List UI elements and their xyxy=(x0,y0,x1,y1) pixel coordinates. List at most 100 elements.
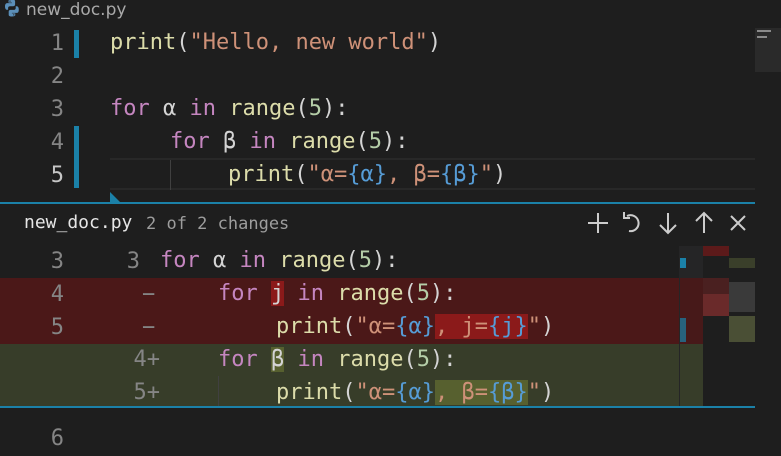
token-paren: ( xyxy=(294,162,308,187)
token-format: {α} xyxy=(347,162,387,187)
python-file-icon xyxy=(5,0,19,17)
line-number: 6 xyxy=(50,426,64,451)
gutter-change-marker[interactable] xyxy=(74,126,79,188)
token-for: for xyxy=(160,248,200,273)
token-paren: ) xyxy=(381,129,396,154)
diff-minimap-added xyxy=(729,258,755,268)
peek-pointer-icon xyxy=(110,192,120,202)
tab-title[interactable]: new_doc.py xyxy=(26,0,126,20)
token-number: 5 xyxy=(368,129,382,154)
token-print: print xyxy=(110,30,177,55)
next-change-button[interactable] xyxy=(654,208,682,238)
revert-button[interactable] xyxy=(619,208,647,238)
token-range: range xyxy=(337,281,404,306)
token-paren: ) xyxy=(429,347,444,372)
diff-original-line-number: 3 xyxy=(50,249,64,274)
token-quote: " xyxy=(355,380,369,405)
token-string-removed: , j= xyxy=(434,314,488,339)
token-for: for xyxy=(110,96,150,121)
diff-deleted-line[interactable]: print("α={α}, j={j}") xyxy=(276,314,554,339)
token-colon: : xyxy=(443,347,457,372)
token-paren: ( xyxy=(345,248,359,273)
diff-minimap-deleted xyxy=(703,246,729,256)
revert-icon xyxy=(623,212,640,233)
token-var-added: β xyxy=(271,347,285,372)
token-paren: ( xyxy=(342,314,356,339)
token-range: range xyxy=(289,129,356,154)
token-for: for xyxy=(170,129,210,154)
token-in: in xyxy=(249,129,277,154)
previous-change-button[interactable] xyxy=(690,208,718,238)
diff-minimap-deleted xyxy=(703,294,729,316)
token-format: {α} xyxy=(395,380,435,405)
token-number: 5 xyxy=(358,248,372,273)
token-format-removed: {j} xyxy=(487,314,528,339)
diff-deleted-line[interactable]: for j in range(5): xyxy=(218,281,456,306)
minimap-code-line xyxy=(757,36,767,38)
token-string: α= xyxy=(368,314,396,339)
indent-guide xyxy=(218,376,219,406)
token-var: α xyxy=(213,248,227,273)
token-in: in xyxy=(297,281,325,306)
line-number: 1 xyxy=(50,31,64,56)
code-line-1[interactable]: print("Hello, new world") xyxy=(110,30,441,55)
gutter-change-marker[interactable] xyxy=(74,30,79,58)
token-paren: ) xyxy=(540,314,555,339)
token-paren: ( xyxy=(176,30,190,55)
token-string: α= xyxy=(368,380,396,405)
token-in: in xyxy=(297,347,325,372)
token-in: in xyxy=(239,248,267,273)
token-paren: ( xyxy=(355,129,369,154)
token-var: α xyxy=(163,96,177,121)
diff-added-line[interactable]: for β in range(5): xyxy=(218,347,456,372)
token-quote: " xyxy=(479,162,493,187)
code-line-5[interactable]: print("α={α}, β={β}") xyxy=(228,162,506,187)
previous-change-icon xyxy=(695,211,713,233)
token-quote: " xyxy=(307,162,321,187)
line-number: 5 xyxy=(50,163,64,188)
token-print: print xyxy=(276,380,343,405)
token-for: for xyxy=(218,281,258,306)
token-print: print xyxy=(228,162,295,187)
token-var-removed: j xyxy=(271,281,285,306)
code-line-3[interactable]: for α in range(5): xyxy=(110,96,348,121)
close-peek-button[interactable] xyxy=(724,208,752,238)
token-string: , β= xyxy=(386,162,440,187)
token-in: in xyxy=(189,96,217,121)
token-quote: " xyxy=(527,314,541,339)
add-icon xyxy=(588,213,608,233)
token-paren: ( xyxy=(403,281,417,306)
diff-original-line-number: 4 xyxy=(50,282,64,307)
token-range: range xyxy=(337,347,404,372)
token-string: α= xyxy=(320,162,348,187)
token-paren: ) xyxy=(371,248,386,273)
token-quote: " xyxy=(527,380,541,405)
minimap[interactable] xyxy=(755,0,781,456)
token-colon: : xyxy=(443,281,457,306)
code-line-4[interactable]: for β in range(5): xyxy=(170,129,408,154)
token-for: for xyxy=(218,347,258,372)
token-paren: ) xyxy=(429,281,444,306)
diff-deleted-marker: − xyxy=(142,315,156,340)
diff-minimap-added xyxy=(729,316,755,342)
token-number: 5 xyxy=(416,347,430,372)
peek-change-info: 2 of 2 changes xyxy=(146,214,290,234)
diff-context-line[interactable]: for α in range(5): xyxy=(160,248,398,273)
diff-deleted-marker: − xyxy=(142,282,156,307)
diff-added-line-number: 4+ xyxy=(133,347,161,372)
close-icon xyxy=(730,215,746,231)
diff-added-line[interactable]: print("α={α}, β={β}") xyxy=(276,380,554,405)
diff-added-line-number: 5+ xyxy=(133,380,161,405)
peek-file-name: new_doc.py xyxy=(24,212,133,233)
ruler-change-marker xyxy=(680,318,686,342)
indent-guide xyxy=(170,160,171,190)
minimap-slider[interactable] xyxy=(755,28,781,72)
token-format: {β} xyxy=(439,162,480,187)
token-format-added: {β} xyxy=(487,380,528,405)
token-format: {α} xyxy=(395,314,435,339)
token-paren: ) xyxy=(492,162,507,187)
token-paren: ( xyxy=(342,380,356,405)
ruler-added-marker xyxy=(680,344,703,406)
add-button[interactable] xyxy=(584,208,612,238)
token-number: 5 xyxy=(308,96,322,121)
